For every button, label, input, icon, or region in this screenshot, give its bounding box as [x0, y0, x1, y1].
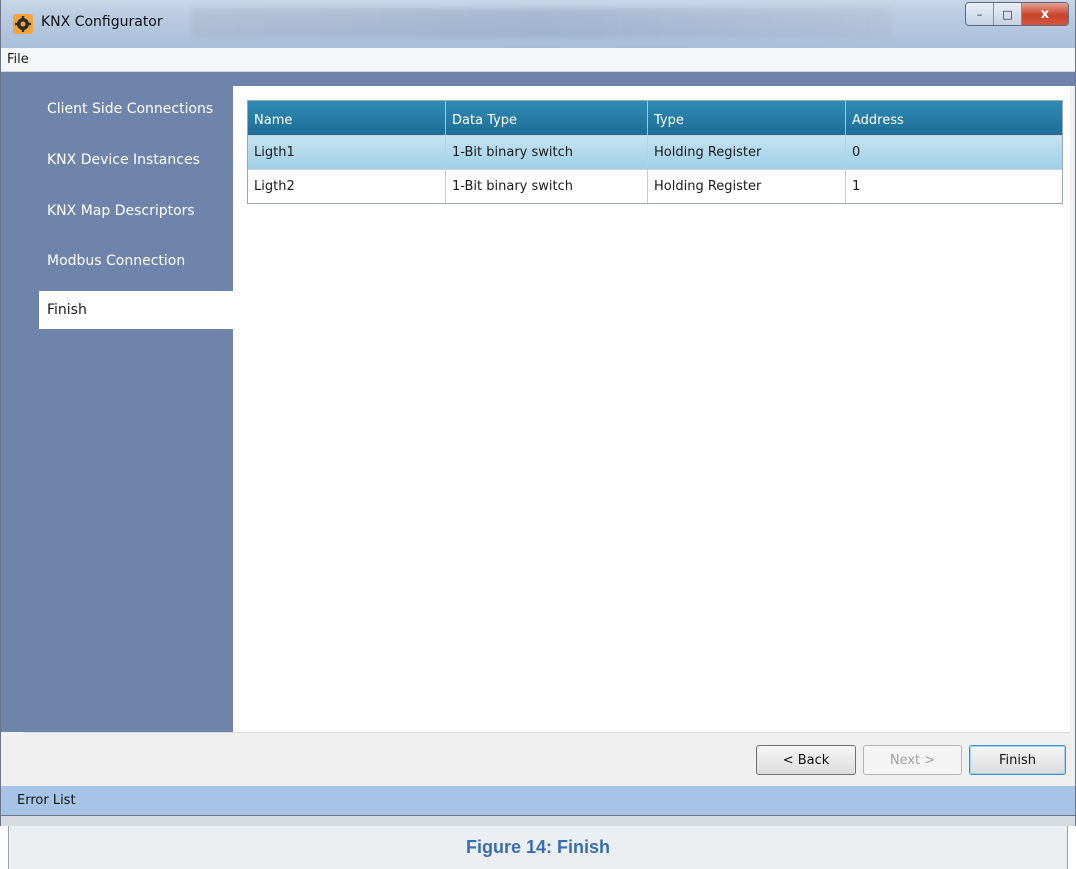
sidebar-item-knx-map-descriptors[interactable]: KNX Map Descriptors	[39, 192, 233, 230]
error-list-bar[interactable]: Error List	[1, 786, 1075, 816]
error-list-label: Error List	[17, 793, 76, 808]
window-controls: – □ x	[965, 2, 1069, 26]
maximize-icon: □	[1002, 7, 1013, 21]
close-icon: x	[1040, 6, 1050, 22]
menu-file[interactable]: File	[7, 52, 29, 67]
header-strip	[1, 72, 1075, 86]
sidebar-item-label: Client Side Connections	[47, 101, 214, 117]
cell-name: Ligth1	[248, 136, 446, 169]
sidebar-item-label: KNX Map Descriptors	[47, 203, 195, 219]
maximize-button[interactable]: □	[994, 3, 1022, 25]
finish-button[interactable]: Finish	[969, 745, 1066, 775]
wizard-sidebar: Client Side Connections KNX Device Insta…	[23, 86, 233, 732]
map-descriptor-grid: Name Data Type Type Address Ligth1 1-Bit…	[247, 100, 1063, 204]
sidebar-item-modbus-connection[interactable]: Modbus Connection	[39, 242, 233, 280]
cell-name: Ligth2	[248, 170, 446, 203]
close-button[interactable]: x	[1022, 3, 1068, 25]
minimize-button[interactable]: –	[966, 3, 994, 25]
wizard-footer: < Back Next > Finish	[23, 732, 1070, 786]
menu-bar: File	[1, 48, 1075, 72]
back-button[interactable]: < Back	[756, 745, 856, 775]
sidebar-item-knx-device-instances[interactable]: KNX Device Instances	[39, 141, 233, 179]
sidebar-item-label: KNX Device Instances	[47, 152, 200, 168]
column-header-name[interactable]: Name	[248, 101, 446, 135]
minimize-icon: –	[976, 7, 983, 21]
cell-type: Holding Register	[648, 170, 846, 203]
app-window: KNX Configurator – □ x File Client Side …	[0, 0, 1076, 826]
gear-icon	[13, 14, 33, 34]
cell-data-type: 1-Bit binary switch	[446, 136, 648, 169]
column-header-data-type[interactable]: Data Type	[446, 101, 648, 135]
column-header-address[interactable]: Address	[846, 101, 1062, 135]
grid-header: Name Data Type Type Address	[248, 101, 1062, 135]
cell-data-type: 1-Bit binary switch	[446, 170, 648, 203]
cell-address: 0	[852, 145, 861, 160]
table-row[interactable]: Ligth2 1-Bit binary switch Holding Regis…	[248, 169, 1062, 203]
main-panel: Name Data Type Type Address Ligth1 1-Bit…	[233, 86, 1070, 732]
title-bar[interactable]: KNX Configurator – □ x	[1, 0, 1075, 48]
sidebar-item-label: Modbus Connection	[47, 253, 186, 269]
next-button[interactable]: Next >	[863, 745, 962, 775]
figure-caption: Figure 14: Finish	[8, 826, 1068, 869]
cell-address: 1	[852, 179, 861, 194]
window-title: KNX Configurator	[41, 14, 163, 30]
sidebar-item-label: Finish	[47, 302, 87, 318]
table-row[interactable]: Ligth1 1-Bit binary switch Holding Regis…	[248, 135, 1062, 169]
sidebar-item-client-side-connections[interactable]: Client Side Connections	[39, 90, 233, 128]
sidebar-item-finish[interactable]: Finish	[39, 291, 233, 329]
column-header-type[interactable]: Type	[648, 101, 846, 135]
cell-type: Holding Register	[648, 136, 846, 169]
